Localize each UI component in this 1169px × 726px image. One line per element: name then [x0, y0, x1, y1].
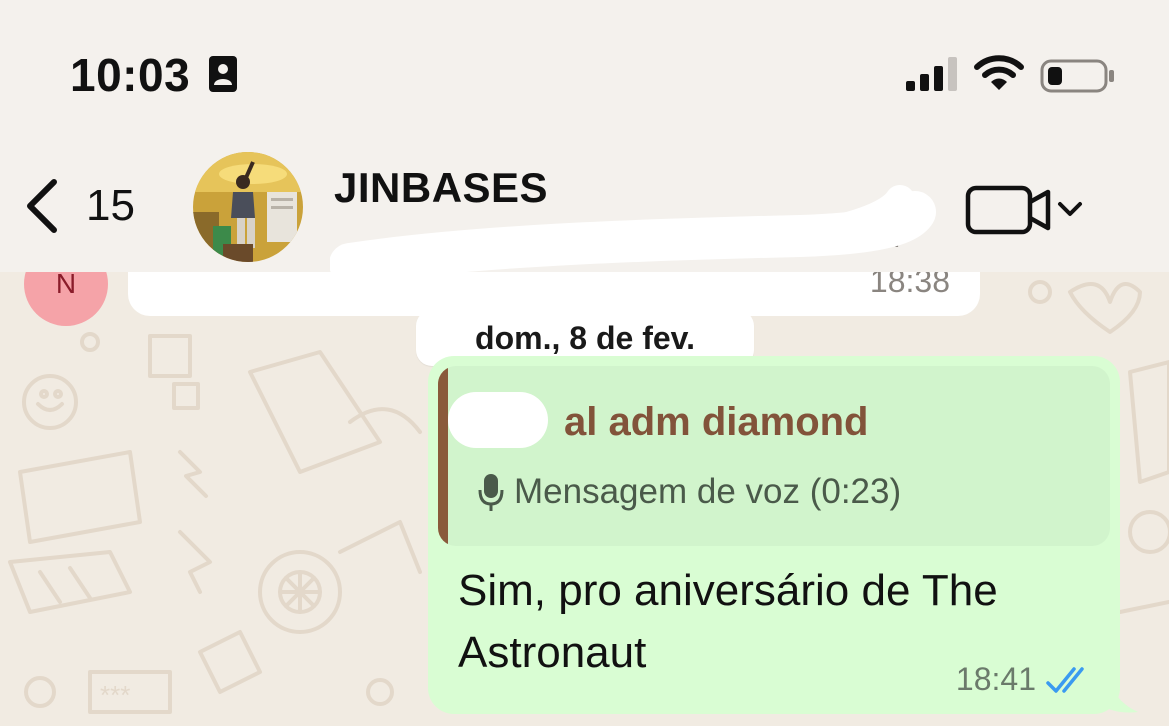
- unread-count: 15: [86, 181, 135, 230]
- chevron-left-icon: [27, 179, 57, 233]
- message-time: 18:38: [869, 272, 950, 299]
- redaction-scribble: [448, 392, 548, 448]
- back-button[interactable]: 15: [24, 176, 154, 236]
- status-time: 10:03: [70, 49, 191, 101]
- message-time: 18:41: [955, 661, 1036, 697]
- message-meta: 18:41: [956, 661, 1094, 698]
- reply-accent-bar: [438, 366, 448, 546]
- video-call-icon: [965, 185, 1082, 235]
- microphone-icon: [478, 474, 504, 511]
- chat-area[interactable]: *** N 18:38 dom., 8 de fev. al adm diamo…: [0, 272, 1169, 726]
- svg-text:***: ***: [100, 680, 130, 710]
- read-receipt-icon: [1046, 666, 1084, 693]
- battery-icon: [1040, 59, 1114, 93]
- outgoing-message-bubble[interactable]: al adm diamond Mensagem de voz (0:23) Si…: [428, 356, 1120, 714]
- contact-card-icon: [209, 56, 237, 92]
- reply-preview: Mensagem de voz (0:23): [478, 472, 901, 512]
- reply-quote[interactable]: al adm diamond Mensagem de voz (0:23): [438, 366, 1110, 546]
- wifi-icon: [974, 55, 1024, 90]
- signal-icon: [906, 57, 957, 91]
- reply-preview-text: Mensagem de voz (0:23): [514, 472, 902, 511]
- chat-header: 15 JINBASES ion...: [0, 150, 1169, 285]
- status-bar: 10:03: [0, 0, 1169, 150]
- contact-avatar[interactable]: [193, 152, 303, 262]
- reply-author: al adm diamond: [564, 400, 869, 444]
- chevron-down-icon: [1058, 202, 1082, 216]
- video-call-button[interactable]: [964, 182, 1088, 243]
